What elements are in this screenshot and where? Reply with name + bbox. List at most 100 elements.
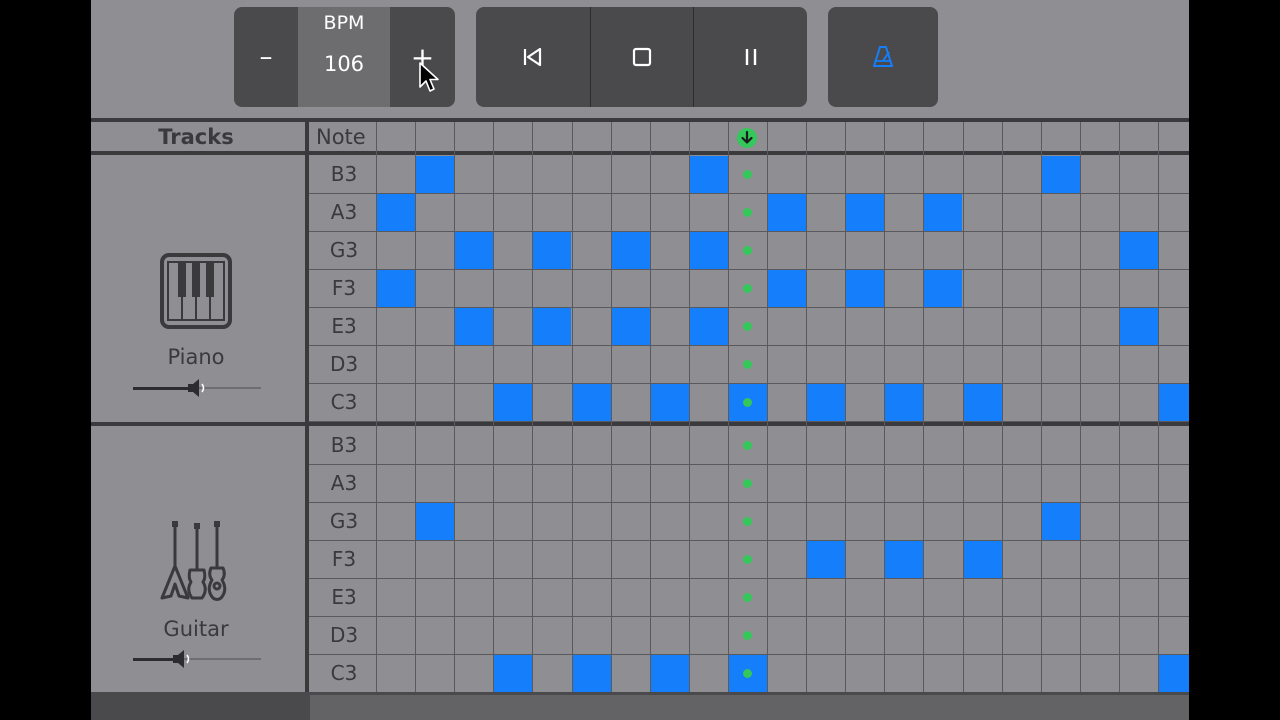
- active-note-cell[interactable]: [924, 270, 963, 307]
- track-name-guitar: Guitar: [163, 617, 229, 641]
- active-note-cell[interactable]: [650, 384, 689, 421]
- active-note-cell[interactable]: [650, 655, 689, 692]
- active-note-cell[interactable]: [572, 384, 611, 421]
- active-note-cell[interactable]: [1041, 156, 1080, 193]
- pause-icon: [745, 49, 756, 65]
- active-note-cell[interactable]: [377, 270, 416, 307]
- grid-row-line: [309, 193, 1189, 194]
- note-label-c3: C3: [330, 661, 358, 685]
- grid-row-line: [309, 307, 1189, 308]
- rewind-button[interactable]: [476, 7, 590, 107]
- grid-column-line: [1001, 122, 1003, 692]
- skip-back-icon: [523, 47, 542, 67]
- speaker-icon: [172, 650, 189, 668]
- active-note-cell[interactable]: [611, 232, 650, 269]
- grid-row-line: [309, 540, 1189, 541]
- active-note-cell[interactable]: [416, 503, 455, 540]
- grid-column-line: [454, 122, 456, 692]
- metronome-icon-wrap: [828, 7, 938, 107]
- active-note-cell[interactable]: [885, 384, 924, 421]
- active-note-cell[interactable]: [768, 270, 807, 307]
- playhead-dot: [742, 207, 752, 217]
- horizontal-scrollbar[interactable]: [310, 695, 1189, 720]
- active-note-cell[interactable]: [1119, 232, 1158, 269]
- active-note-cell[interactable]: [455, 232, 494, 269]
- playhead-dot: [742, 397, 752, 407]
- active-note-cell[interactable]: [455, 308, 494, 345]
- pause-button[interactable]: [694, 7, 807, 107]
- active-note-cell[interactable]: [689, 232, 728, 269]
- note-label-d3: D3: [329, 623, 359, 647]
- playhead-dot: [742, 283, 752, 293]
- playhead-dot: [742, 592, 752, 602]
- active-note-cell[interactable]: [846, 270, 885, 307]
- grid-row-line: [309, 421, 1189, 422]
- bpm-decrement-button[interactable]: –: [234, 7, 298, 107]
- note-label-f3: F3: [331, 547, 357, 571]
- active-note-cell[interactable]: [689, 156, 728, 193]
- grid-row-line: [309, 578, 1189, 579]
- active-note-cell[interactable]: [1119, 308, 1158, 345]
- guitar-icon: [160, 521, 227, 601]
- active-note-cell[interactable]: [963, 384, 1002, 421]
- grid-column-line: [1040, 122, 1042, 692]
- active-note-cell[interactable]: [533, 232, 572, 269]
- note-label-a3: A3: [330, 471, 358, 495]
- active-note-cell[interactable]: [494, 384, 533, 421]
- playhead-dot: [742, 668, 752, 678]
- volume-slider-piano[interactable]: [133, 378, 261, 398]
- active-note-cell[interactable]: [494, 655, 533, 692]
- active-note-cell[interactable]: [807, 384, 846, 421]
- speaker-icon: [188, 379, 205, 397]
- track-name-piano: Piano: [167, 345, 225, 369]
- grid-column-line: [415, 122, 417, 692]
- active-note-cell[interactable]: [533, 308, 572, 345]
- volume-slider-guitar[interactable]: [133, 649, 261, 669]
- playhead-dot: [742, 630, 752, 640]
- bpm-display: BPM 106: [298, 7, 390, 107]
- active-note-cell[interactable]: [572, 655, 611, 692]
- note-label-c3: C3: [330, 390, 358, 414]
- transport-controls: [476, 7, 807, 107]
- grid-row-line: [309, 464, 1189, 465]
- playhead-dot: [742, 554, 752, 564]
- active-note-cell[interactable]: [768, 194, 807, 231]
- note-label-g3: G3: [329, 509, 359, 533]
- playhead-dot: [742, 359, 752, 369]
- active-note-cell[interactable]: [1041, 503, 1080, 540]
- bpm-value: 106: [323, 52, 365, 76]
- playhead-dot: [742, 516, 752, 526]
- playhead-dot: [742, 321, 752, 331]
- note-label-e3: E3: [331, 314, 357, 338]
- grid-column-line: [1118, 122, 1120, 692]
- active-note-cell[interactable]: [846, 194, 885, 231]
- stop-button[interactable]: [591, 7, 693, 107]
- active-note-cell[interactable]: [963, 541, 1002, 578]
- grid-row-line: [309, 616, 1189, 617]
- note-label-a3: A3: [330, 200, 358, 224]
- metronome-button[interactable]: [828, 7, 938, 107]
- mouse-cursor-icon: [419, 62, 439, 92]
- active-note-cell[interactable]: [924, 194, 963, 231]
- active-note-cell[interactable]: [885, 541, 924, 578]
- active-note-cell[interactable]: [377, 194, 416, 231]
- note-label-d3: D3: [329, 352, 359, 376]
- grid-row-line: [309, 345, 1189, 346]
- step-grid[interactable]: [309, 122, 1189, 693]
- active-note-cell[interactable]: [807, 541, 846, 578]
- sequencer-app: – BPM 106 + Tracks Note Piano Guitar B3 …: [91, 0, 1189, 720]
- active-note-cell[interactable]: [1159, 384, 1189, 421]
- active-note-cell[interactable]: [416, 156, 455, 193]
- grid-column-line: [532, 122, 534, 692]
- metronome-icon: [873, 46, 893, 67]
- active-note-cell[interactable]: [1159, 655, 1189, 692]
- active-note-cell[interactable]: [689, 308, 728, 345]
- piano-icon: [160, 253, 232, 329]
- playhead-dot: [742, 245, 752, 255]
- active-note-cell[interactable]: [611, 308, 650, 345]
- grid-row-line: [309, 269, 1189, 270]
- stop-icon: [632, 47, 652, 67]
- playhead-icon[interactable]: [736, 127, 758, 149]
- grid-column-line: [1079, 122, 1081, 692]
- playhead-dot: [742, 169, 752, 179]
